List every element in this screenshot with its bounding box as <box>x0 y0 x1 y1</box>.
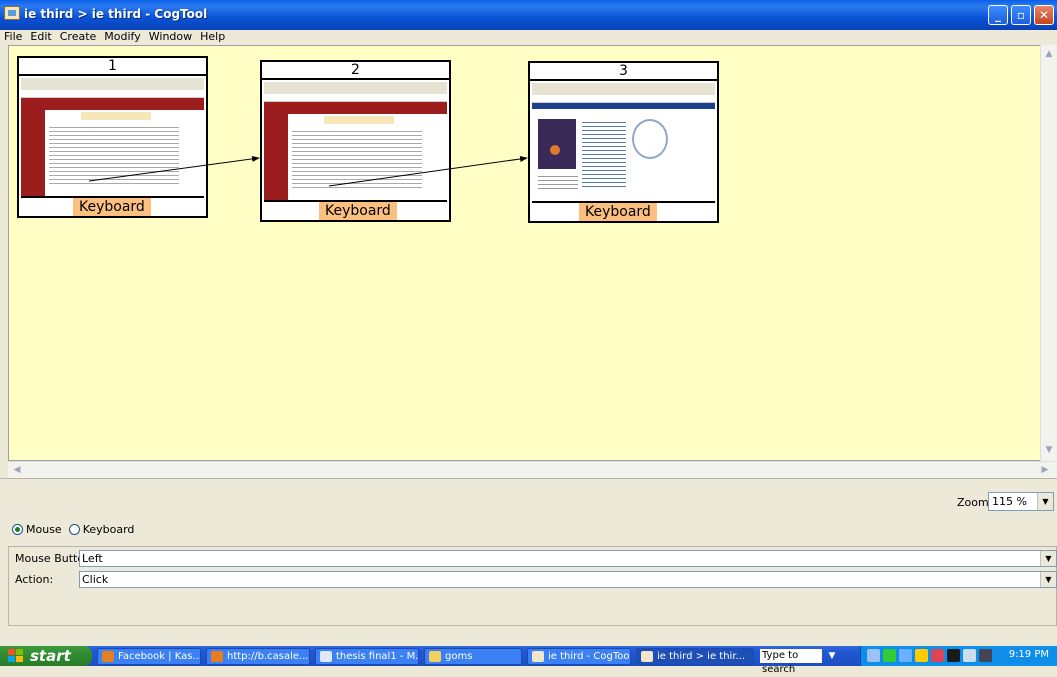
chevron-down-icon[interactable]: ▼ <box>825 649 839 663</box>
horizontal-scrollbar[interactable]: ◀ ▶ <box>8 461 1057 478</box>
task-label: ie third > ie thir... <box>657 651 746 662</box>
task-label: http://b.casale... <box>227 651 309 662</box>
task-browser[interactable]: http://b.casale... <box>206 648 310 665</box>
zoom-select[interactable]: 115 % ▼ <box>988 492 1054 511</box>
taskbar-search-input[interactable]: Type to search <box>760 649 822 675</box>
action-value: Click <box>82 573 109 586</box>
transition-arrow-2-3 <box>328 156 528 187</box>
bottom-panel <box>0 478 1057 518</box>
scroll-up-icon[interactable]: ▲ <box>1042 47 1056 61</box>
task-label: ie third - CogTool <box>548 651 631 662</box>
mouse-button-value: Left <box>82 552 103 565</box>
shield-icon[interactable] <box>915 649 928 662</box>
task-cogtool[interactable]: ie third - CogTool <box>527 648 631 665</box>
task-label: goms <box>445 651 473 662</box>
mouse-radio[interactable] <box>12 524 23 535</box>
menu-help[interactable]: Help <box>196 30 229 44</box>
volume-icon[interactable] <box>963 649 976 662</box>
task-label: Facebook | Kas... <box>118 651 201 662</box>
system-tray: 9:19 PM <box>860 646 1057 666</box>
design-canvas[interactable]: 1 Keyboard 2 Keyboard 3 Keyboard <box>8 45 1057 461</box>
device-radio-group: Mouse Keyboard <box>12 523 134 536</box>
minimize-button[interactable]: _ <box>988 5 1008 25</box>
task-ie-third[interactable]: ie third > ie thir... <box>636 648 754 665</box>
monitor-icon[interactable] <box>899 649 912 662</box>
menu-window[interactable]: Window <box>145 30 196 44</box>
close-button[interactable]: ✕ <box>1034 5 1054 25</box>
start-label: start <box>30 647 71 665</box>
cogtool-icon <box>641 651 653 662</box>
scroll-down-icon[interactable]: ▼ <box>1042 443 1056 457</box>
menu-modify[interactable]: Modify <box>100 30 144 44</box>
task-word[interactable]: thesis final1 - M... <box>315 648 419 665</box>
mouse-button-select[interactable]: Left ▼ <box>79 550 1057 567</box>
menu-file[interactable]: File <box>0 30 26 44</box>
firefox-icon <box>211 651 223 662</box>
signal-icon[interactable] <box>883 649 896 662</box>
menu-bar: File Edit Create Modify Window Help <box>0 30 1057 45</box>
chevron-down-icon[interactable]: ▼ <box>1040 572 1056 587</box>
cogtool-app-icon <box>4 6 20 20</box>
start-button[interactable]: start <box>0 646 92 666</box>
word-icon <box>320 651 332 662</box>
properties-panel: Mouse Button: Left ▼ Action: Click ▼ <box>8 546 1057 626</box>
cogtool-icon <box>532 651 544 662</box>
maximize-button[interactable]: ▫ <box>1011 5 1031 25</box>
keyboard-radio[interactable] <box>68 524 80 535</box>
action-select[interactable]: Click ▼ <box>79 571 1057 588</box>
task-label: thesis final1 - M... <box>336 651 419 662</box>
transition-arrow-1-2 <box>88 155 260 182</box>
chevron-down-icon[interactable]: ▼ <box>1037 493 1053 510</box>
window-title: ie third > ie third - CogTool <box>24 7 208 21</box>
scroll-right-icon[interactable]: ▶ <box>1038 463 1052 477</box>
taskbar: start Facebook | Kas... http://b.casale.… <box>0 646 1057 675</box>
action-label: Action: <box>15 573 54 586</box>
menu-edit[interactable]: Edit <box>26 30 55 44</box>
chevron-down-icon[interactable]: ▼ <box>1040 551 1056 566</box>
menu-create[interactable]: Create <box>56 30 101 44</box>
folder-icon <box>429 651 441 662</box>
zoom-value: 115 % <box>992 495 1027 508</box>
vertical-scrollbar[interactable]: ▲ ▼ <box>1040 45 1057 461</box>
scroll-left-icon[interactable]: ◀ <box>10 463 24 477</box>
mouse-radio-label: Mouse <box>26 523 62 536</box>
title-bar[interactable]: ie third > ie third - CogTool _ ▫ ✕ <box>0 0 1057 30</box>
firefox-icon <box>102 651 114 662</box>
keyboard-radio-label: Keyboard <box>82 523 135 536</box>
clock: 9:19 PM <box>1008 649 1049 660</box>
task-facebook[interactable]: Facebook | Kas... <box>97 648 201 665</box>
windows-logo-icon <box>8 649 23 662</box>
transition-arrows <box>88 155 528 187</box>
battery-icon[interactable] <box>979 649 992 662</box>
app-tray-icon[interactable] <box>931 649 944 662</box>
task-goms[interactable]: goms <box>424 648 522 665</box>
messenger-icon[interactable] <box>947 649 960 662</box>
network-icon[interactable] <box>867 649 880 662</box>
